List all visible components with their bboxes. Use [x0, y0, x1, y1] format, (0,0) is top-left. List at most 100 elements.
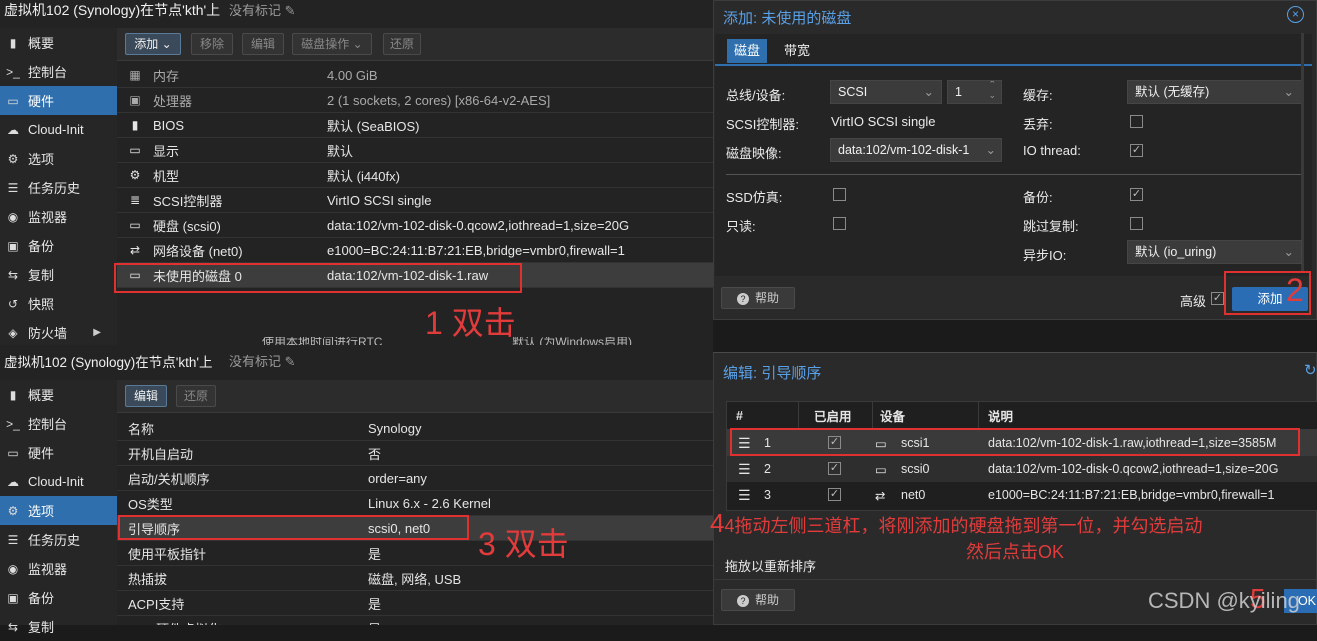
async-io-select[interactable]: 默认 (io_uring) ⌄ — [1127, 240, 1302, 264]
option-key: OS类型 — [128, 496, 173, 512]
options-revert-button[interactable]: 还原 — [176, 385, 216, 407]
device-number-spinner[interactable]: 1 ⌃ ⌄ — [947, 80, 1002, 104]
header-description[interactable]: 说明 — [988, 406, 1013, 425]
boot-row[interactable]: ☰ 3 ✓ ⇄ net0 e1000=BC:24:11:B7:21:EB,bridge=v… — [727, 482, 1317, 508]
option-row[interactable]: 名称 Synology — [117, 416, 713, 441]
hardware-row[interactable]: ≣ SCSI控制器 VirtIO SCSI single — [117, 188, 713, 213]
header-index[interactable]: # — [736, 409, 743, 423]
sidebar-item-2[interactable]: ▭ 硬件 — [0, 86, 117, 115]
backup-checkbox[interactable]: ✓ — [1130, 188, 1143, 201]
exchange-icon: ⇄ — [129, 243, 141, 257]
add-dropdown-button[interactable]: 添加 ⌄ — [125, 33, 181, 55]
tab-bandwidth[interactable]: 带宽 — [777, 39, 817, 63]
sidebar-item-3[interactable]: ☁ Cloud-Init — [0, 115, 117, 144]
sidebar-item-3[interactable]: ☁ Cloud-Init — [0, 467, 117, 496]
edit-button[interactable]: 编辑 — [242, 33, 284, 55]
hardware-row[interactable]: ▭ 显示 默认 — [117, 138, 713, 163]
disk-image-select[interactable]: data:102/vm-102-disk-1 ⌄ — [830, 138, 1002, 162]
option-row[interactable]: ACPI支持 是 — [117, 591, 713, 616]
sidebar-item-label: 控制台 — [28, 417, 68, 432]
drag-handle-icon[interactable]: ☰ — [738, 461, 751, 478]
readonly-checkbox[interactable] — [833, 217, 846, 230]
option-row[interactable]: 开机自启动 否 — [117, 441, 713, 466]
discard-checkbox[interactable] — [1130, 115, 1143, 128]
bus-select[interactable]: SCSI ⌄ — [830, 80, 942, 104]
book-icon: ▮ — [9, 35, 17, 50]
option-value: 是 — [368, 546, 382, 562]
shield-icon: ◈ — [8, 325, 18, 340]
chevron-down-icon: ⌄ — [982, 139, 996, 161]
advanced-checkbox[interactable]: ✓ — [1211, 292, 1224, 305]
options-edit-button[interactable]: 编辑 — [125, 385, 167, 407]
sidebar-item-6[interactable]: ◉ 监视器 — [0, 202, 117, 231]
annotation-4-number: 4 — [710, 508, 725, 538]
sidebar-item-8[interactable]: ⇆ 复制 — [0, 612, 117, 641]
sidebar-item-9[interactable]: ↺ 快照 — [0, 289, 117, 318]
option-row[interactable]: OS类型 Linux 6.x - 2.6 Kernel — [117, 491, 713, 516]
sidebar-item-8[interactable]: ⇆ 复制 — [0, 260, 117, 289]
sidebar-item-5[interactable]: ☰ 任务历史 — [0, 525, 117, 554]
close-icon[interactable]: × — [1287, 6, 1304, 23]
bottom-tag[interactable]: 没有标记 ✎ — [229, 351, 296, 370]
boot-help-button[interactable]: ? 帮助 — [721, 589, 795, 611]
header-sep — [798, 402, 799, 430]
header-device[interactable]: 设备 — [880, 406, 905, 425]
enabled-checkbox[interactable]: ✓ — [828, 462, 841, 475]
scsi-controller-label: SCSI控制器: — [726, 117, 799, 132]
drag-handle-icon[interactable]: ☰ — [738, 487, 751, 504]
question-icon: ? — [736, 595, 749, 607]
sidebar-item-2[interactable]: ▭ 硬件 — [0, 438, 117, 467]
option-row[interactable]: 使用平板指针 是 — [117, 541, 713, 566]
chevron-down-icon: ⌄ — [1283, 85, 1294, 99]
option-row[interactable]: KVM硬件虚拟化是 — [117, 616, 713, 626]
top-tag[interactable]: 没有标记 ✎ — [229, 0, 296, 19]
remove-button[interactable]: 移除 — [191, 33, 233, 55]
option-key: 开机自启动 — [128, 446, 194, 462]
iothread-checkbox[interactable]: ✓ — [1130, 144, 1143, 157]
option-key: 使用平板指针 — [128, 546, 207, 562]
help-button[interactable]: ? 帮助 — [721, 287, 795, 309]
sidebar-item-6[interactable]: ◉ 监视器 — [0, 554, 117, 583]
revert-button[interactable]: 还原 — [383, 33, 421, 55]
ssd-checkbox[interactable] — [833, 188, 846, 201]
hardware-row[interactable]: ▦ 内存 4.00 GiB — [117, 63, 713, 88]
refresh-icon[interactable]: ↻ — [1304, 361, 1317, 379]
hardware-row[interactable]: ⚙ 机型 默认 (i440fx) — [117, 163, 713, 188]
boot-dialog-title: 编辑: 引导顺序 — [723, 365, 822, 382]
sidebar-item-1[interactable]: >_ 控制台 — [0, 57, 117, 86]
disk-action-button[interactable]: 磁盘操作 ⌄ — [292, 33, 372, 55]
sidebar-item-label: 概要 — [28, 36, 55, 51]
sidebar-item-4[interactable]: ⚙ 选项 — [0, 144, 117, 173]
sidebar-item-0[interactable]: ▮ 概要 — [0, 28, 117, 57]
dialog-title: 添加: 未使用的磁盘 — [723, 10, 852, 27]
enabled-checkbox[interactable]: ✓ — [828, 488, 841, 501]
option-key: 名称 — [128, 421, 155, 437]
sidebar-item-10[interactable]: ◈ 防火墙 ▶ — [0, 318, 117, 347]
advanced-label: 高级 — [1180, 294, 1207, 309]
skip-replication-checkbox[interactable] — [1130, 217, 1143, 230]
hardware-row[interactable]: ▮ BIOS 默认 (SeaBIOS) — [117, 113, 713, 138]
cache-select[interactable]: 默认 (无缓存) ⌄ — [1127, 80, 1302, 104]
sidebar-item-1[interactable]: >_ 控制台 — [0, 409, 117, 438]
terminal-icon: >_ — [6, 64, 20, 79]
cpu-icon: ▣ — [129, 93, 141, 107]
sidebar-item-5[interactable]: ☰ 任务历史 — [0, 173, 117, 202]
scrollbar[interactable] — [1301, 33, 1304, 273]
option-row[interactable]: 启动/关机顺序 order=any — [117, 466, 713, 491]
sidebar-item-4[interactable]: ⚙ 选项 — [0, 496, 117, 525]
sidebar-item-7[interactable]: ▣ 备份 — [0, 231, 117, 260]
boot-row[interactable]: ☰ 2 ✓ ▭ scsi0 data:102/vm-102-disk-0.qcow2,io… — [727, 456, 1317, 482]
floppy-icon: ▣ — [7, 238, 19, 253]
boot-device: net0 — [901, 488, 926, 502]
sidebar-item-7[interactable]: ▣ 备份 — [0, 583, 117, 612]
sidebar-item-label: 概要 — [28, 388, 55, 403]
exchange-icon: ⇄ — [875, 488, 886, 503]
hardware-row[interactable]: ▣ 处理器 2 (1 sockets, 2 cores) [x86-64-v2-AE… — [117, 88, 713, 113]
sidebar-item-0[interactable]: ▮ 概要 — [0, 380, 117, 409]
hardware-row[interactable]: ▭ 硬盘 (scsi0) data:102/vm-102-disk-0.qcow2,… — [117, 213, 713, 238]
tab-disk[interactable]: 磁盘 — [727, 39, 767, 63]
sidebar-item-label: Cloud-Init — [28, 122, 84, 137]
header-enabled[interactable]: 已启用 — [814, 406, 852, 425]
option-row[interactable]: 热插拔 磁盘, 网络, USB — [117, 566, 713, 591]
hardware-row[interactable]: ⇄ 网络设备 (net0) e1000=BC:24:11:B7:21:EB,brid… — [117, 238, 713, 263]
